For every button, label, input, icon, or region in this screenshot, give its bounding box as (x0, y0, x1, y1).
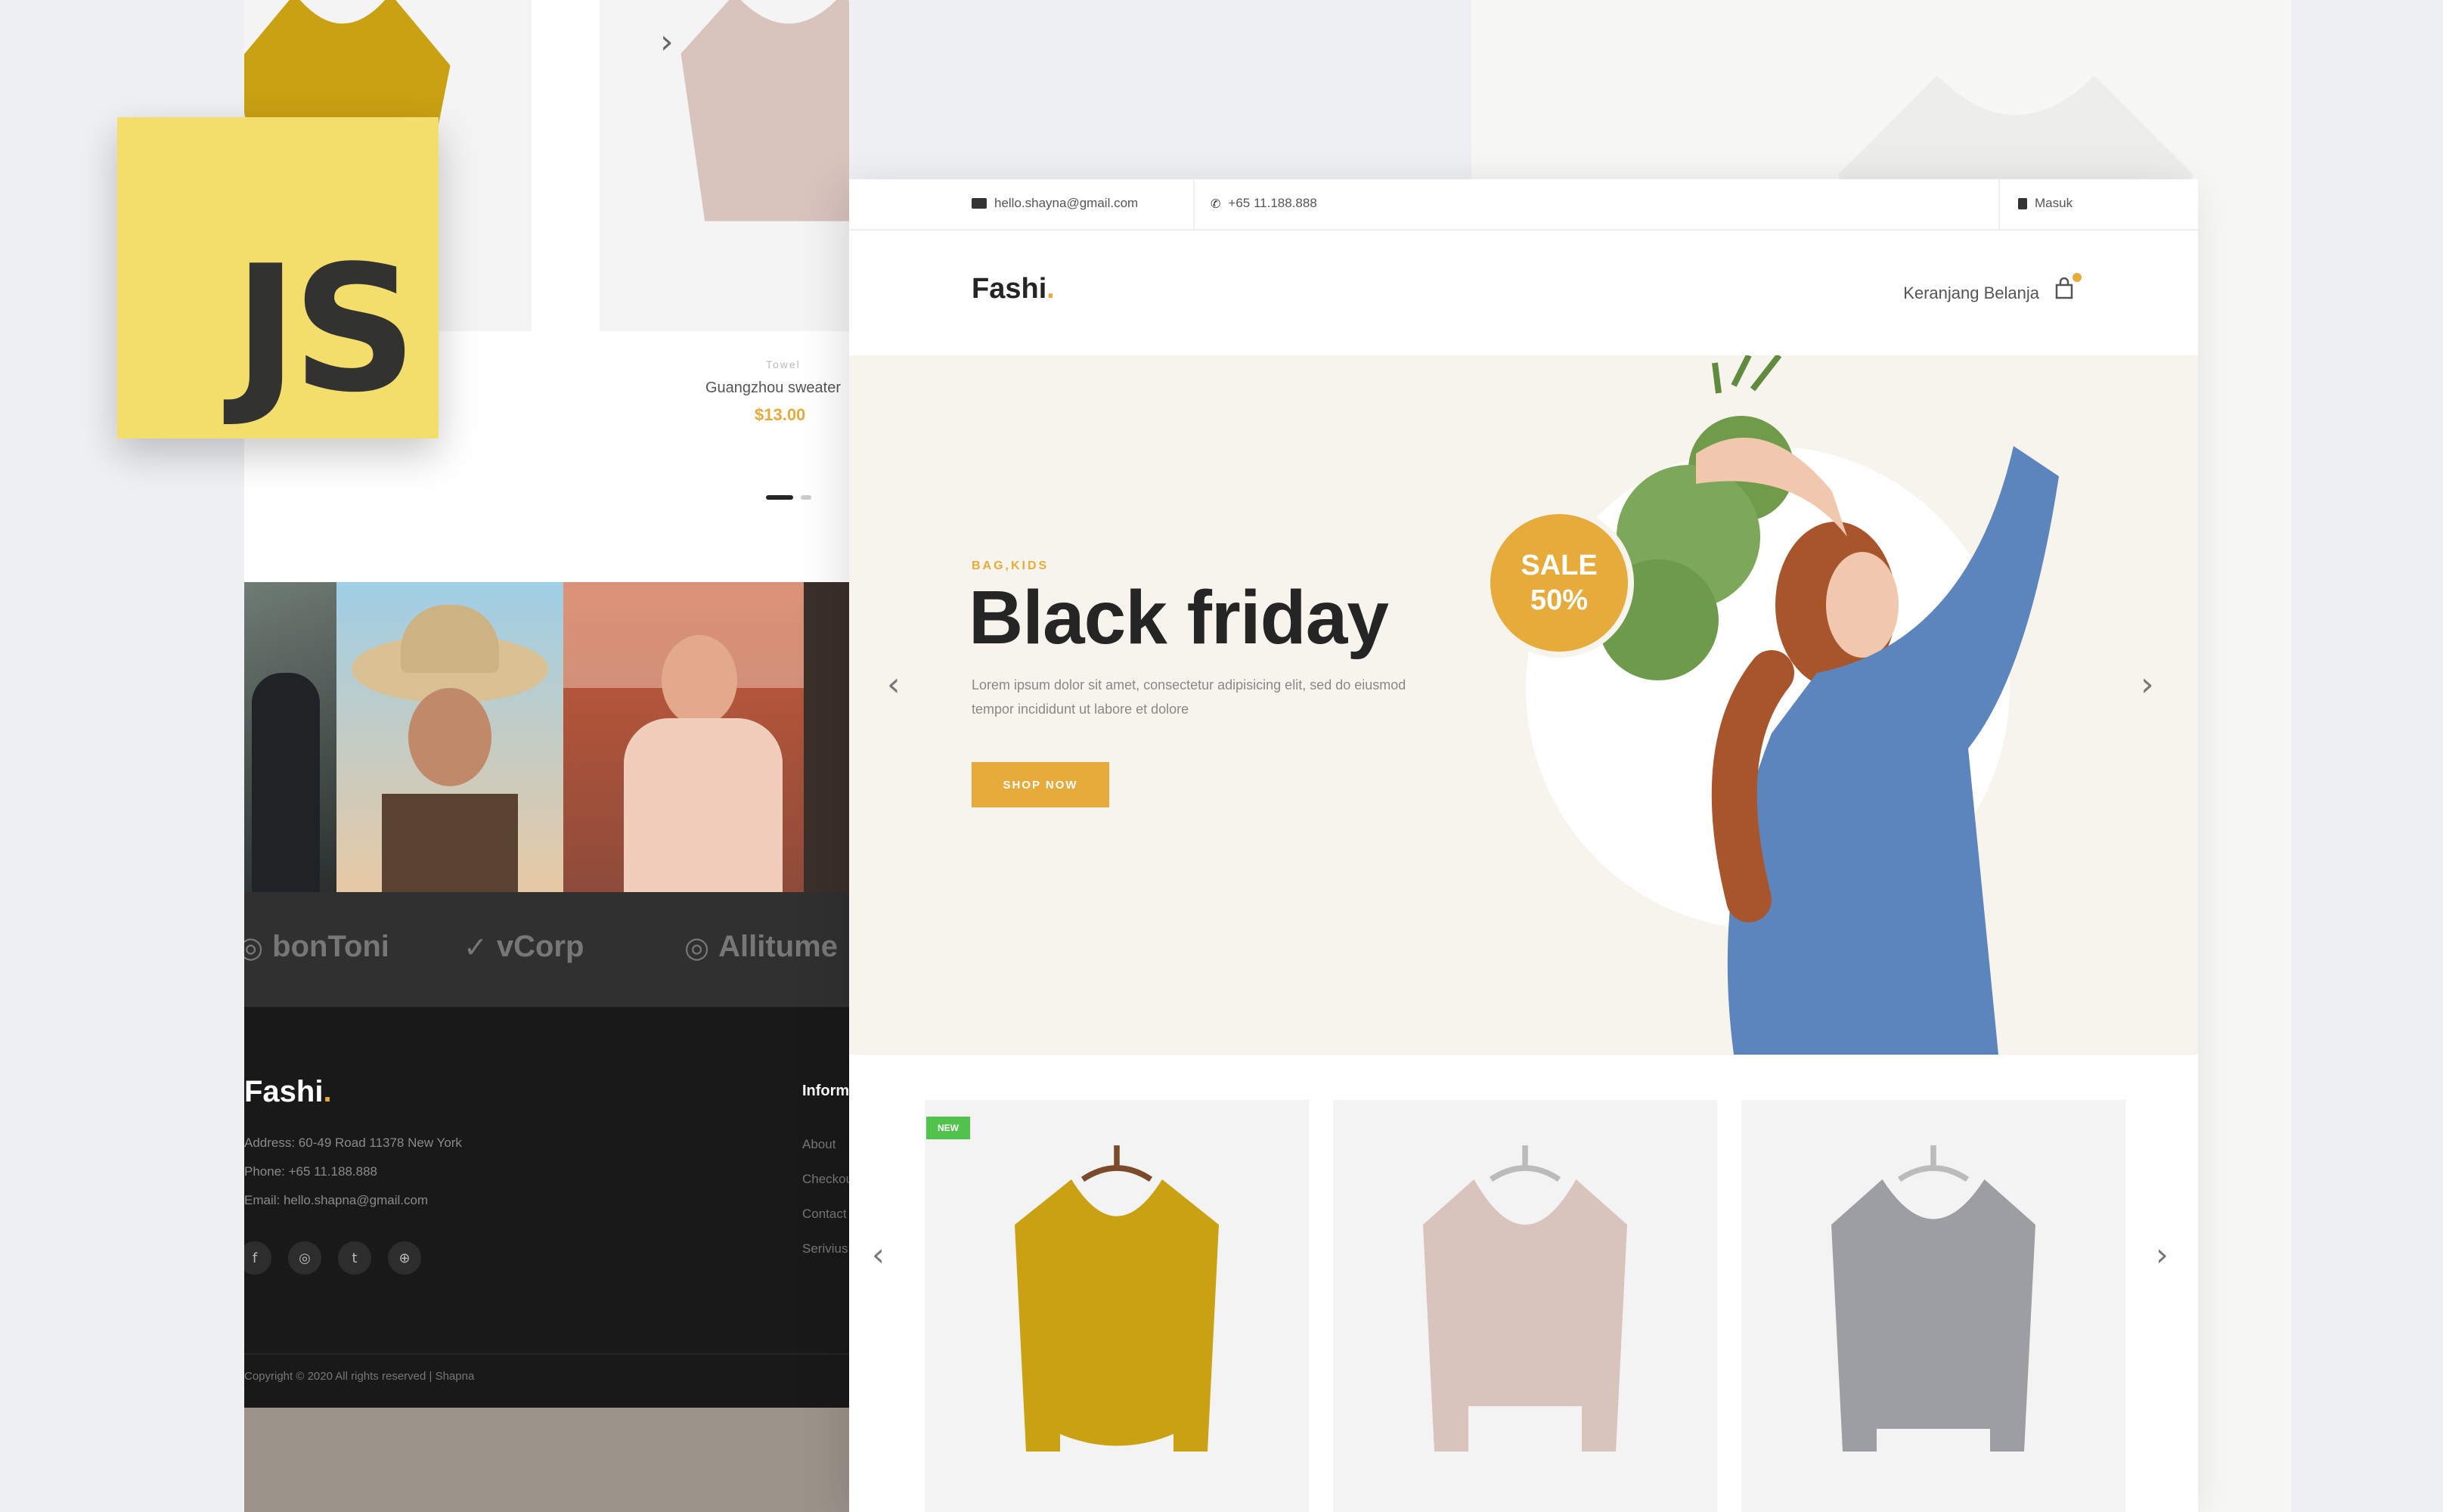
sale-badge: SALE 50% (1484, 508, 1634, 658)
instagram-photo-2[interactable] (336, 582, 563, 892)
product-prev-arrow[interactable]: ‹ (872, 1236, 885, 1273)
brand-label: Allitume (718, 930, 838, 963)
instagram-photo-4[interactable] (804, 582, 849, 892)
footer: Fashi. Address: 60-49 Road 11378 New Yor… (244, 1007, 849, 1408)
login-label: Masuk (2035, 196, 2073, 210)
site-header: Fashi. Keranjang Belanja (849, 231, 2198, 355)
topbar-phone[interactable]: ✆ +65 11.188.888 (1211, 196, 1317, 211)
topbar-divider (1193, 179, 1195, 231)
product-card-mustard[interactable] (925, 1100, 1309, 1512)
product-next-arrow[interactable]: › (660, 23, 674, 61)
footer-phone: Phone: +65 11.188.888 (244, 1164, 377, 1179)
bontoni-icon: ◎ (244, 930, 264, 964)
mail-icon (972, 198, 987, 209)
hero-next-arrow[interactable]: › (2141, 665, 2154, 704)
footer-address: Address: 60-49 Road 11378 New York (244, 1136, 462, 1150)
product-next-arrow[interactable]: › (2156, 1236, 2169, 1273)
product-card-pink-top[interactable] (600, 0, 849, 331)
hero-model-image (1598, 355, 2059, 1055)
cart-label[interactable]: Keranjang Belanja (1903, 284, 2039, 303)
js-badge-text: JS (233, 229, 417, 431)
site-logo[interactable]: Fashi. (972, 273, 1055, 305)
partner-brands-bar: ◎ bonToni ✓ vCorp ◎ Allitume (244, 892, 849, 1007)
instagram-strip (244, 582, 849, 892)
facebook-icon[interactable]: f (244, 1241, 271, 1275)
phone-icon: ✆ (1211, 196, 1221, 211)
brand-bontoni[interactable]: ◎ bonToni (244, 930, 389, 964)
mustard-sweater-image (1015, 1145, 1219, 1452)
instagram-photo-3[interactable] (563, 582, 804, 892)
brand-label: bonToni (272, 930, 389, 963)
grey-sweater-image (1831, 1145, 2035, 1452)
twitter-icon[interactable]: t (338, 1241, 371, 1275)
hero-banner: SALE 50% BAG,KIDS Black friday Lorem ips… (849, 355, 2198, 1055)
cart-count-badge (2073, 273, 2082, 282)
allitume-icon: ◎ (684, 930, 710, 964)
footer-link-checkout[interactable]: Checkout (802, 1172, 849, 1187)
product-card-pink[interactable] (1333, 1100, 1717, 1512)
footer-divider (244, 1353, 849, 1355)
footer-link-services[interactable]: Serivius (802, 1241, 848, 1256)
footer-email[interactable]: Email: hello.shapna@gmail.com (244, 1193, 428, 1208)
pinterest-icon[interactable]: ⊕ (388, 1241, 421, 1275)
shop-now-button[interactable]: SHOP NOW (972, 762, 1109, 807)
shopping-bag-icon[interactable] (2053, 277, 2076, 300)
footer-copyright: Copyright © 2020 All rights reserved | S… (244, 1370, 475, 1383)
hero-prev-arrow[interactable]: ‹ (887, 665, 901, 704)
sale-label: SALE (1521, 550, 1598, 581)
product-category: Towel (766, 358, 801, 370)
pink-sweater-image (681, 0, 849, 222)
footer-link-contact[interactable]: Contact (802, 1207, 847, 1222)
topbar-divider (1998, 179, 2000, 231)
hero-description: Lorem ipsum dolor sit amet, consectetur … (972, 677, 1406, 717)
product-carousel: ‹ NEW › (849, 1055, 2198, 1512)
top-bar: hello.shayna@gmail.com ✆ +65 11.188.888 … (849, 179, 2198, 231)
hero-eyebrow: BAG,KIDS (972, 559, 1049, 572)
instagram-photo-1[interactable] (244, 582, 336, 892)
pink-sweater-image (1423, 1145, 1627, 1452)
brand-allitume[interactable]: ◎ Allitume (684, 930, 838, 964)
footer-logo[interactable]: Fashi. (244, 1075, 332, 1109)
product-price: $13.00 (755, 405, 806, 424)
carousel-dot[interactable] (801, 495, 811, 500)
footer-info-heading: Information (802, 1083, 849, 1099)
new-tag: NEW (926, 1117, 970, 1139)
bottom-photo-strip (244, 1408, 849, 1512)
product-name[interactable]: Guangzhou sweater (705, 380, 841, 397)
javascript-badge: JS (117, 117, 439, 438)
topbar-email[interactable]: hello.shayna@gmail.com (972, 196, 1138, 211)
main-page-mockup: hello.shayna@gmail.com ✆ +65 11.188.888 … (849, 179, 2198, 1512)
topbar-email-text: hello.shayna@gmail.com (994, 196, 1139, 210)
hero-title: Black friday (969, 575, 1389, 660)
brand-vcorp[interactable]: ✓ vCorp (463, 930, 584, 964)
user-icon (2018, 197, 2027, 209)
footer-link-about[interactable]: About (802, 1137, 836, 1152)
login-button[interactable]: Masuk (2018, 196, 2073, 211)
vcorp-icon: ✓ (463, 930, 488, 964)
brand-label: vCorp (496, 930, 584, 963)
carousel-dots (766, 495, 811, 500)
carousel-dot-active[interactable] (766, 495, 793, 500)
product-card-grey[interactable] (1741, 1100, 2125, 1512)
sale-percent: 50% (1530, 584, 1589, 616)
topbar-phone-text: +65 11.188.888 (1228, 196, 1317, 210)
instagram-icon[interactable]: ◎ (288, 1241, 321, 1275)
